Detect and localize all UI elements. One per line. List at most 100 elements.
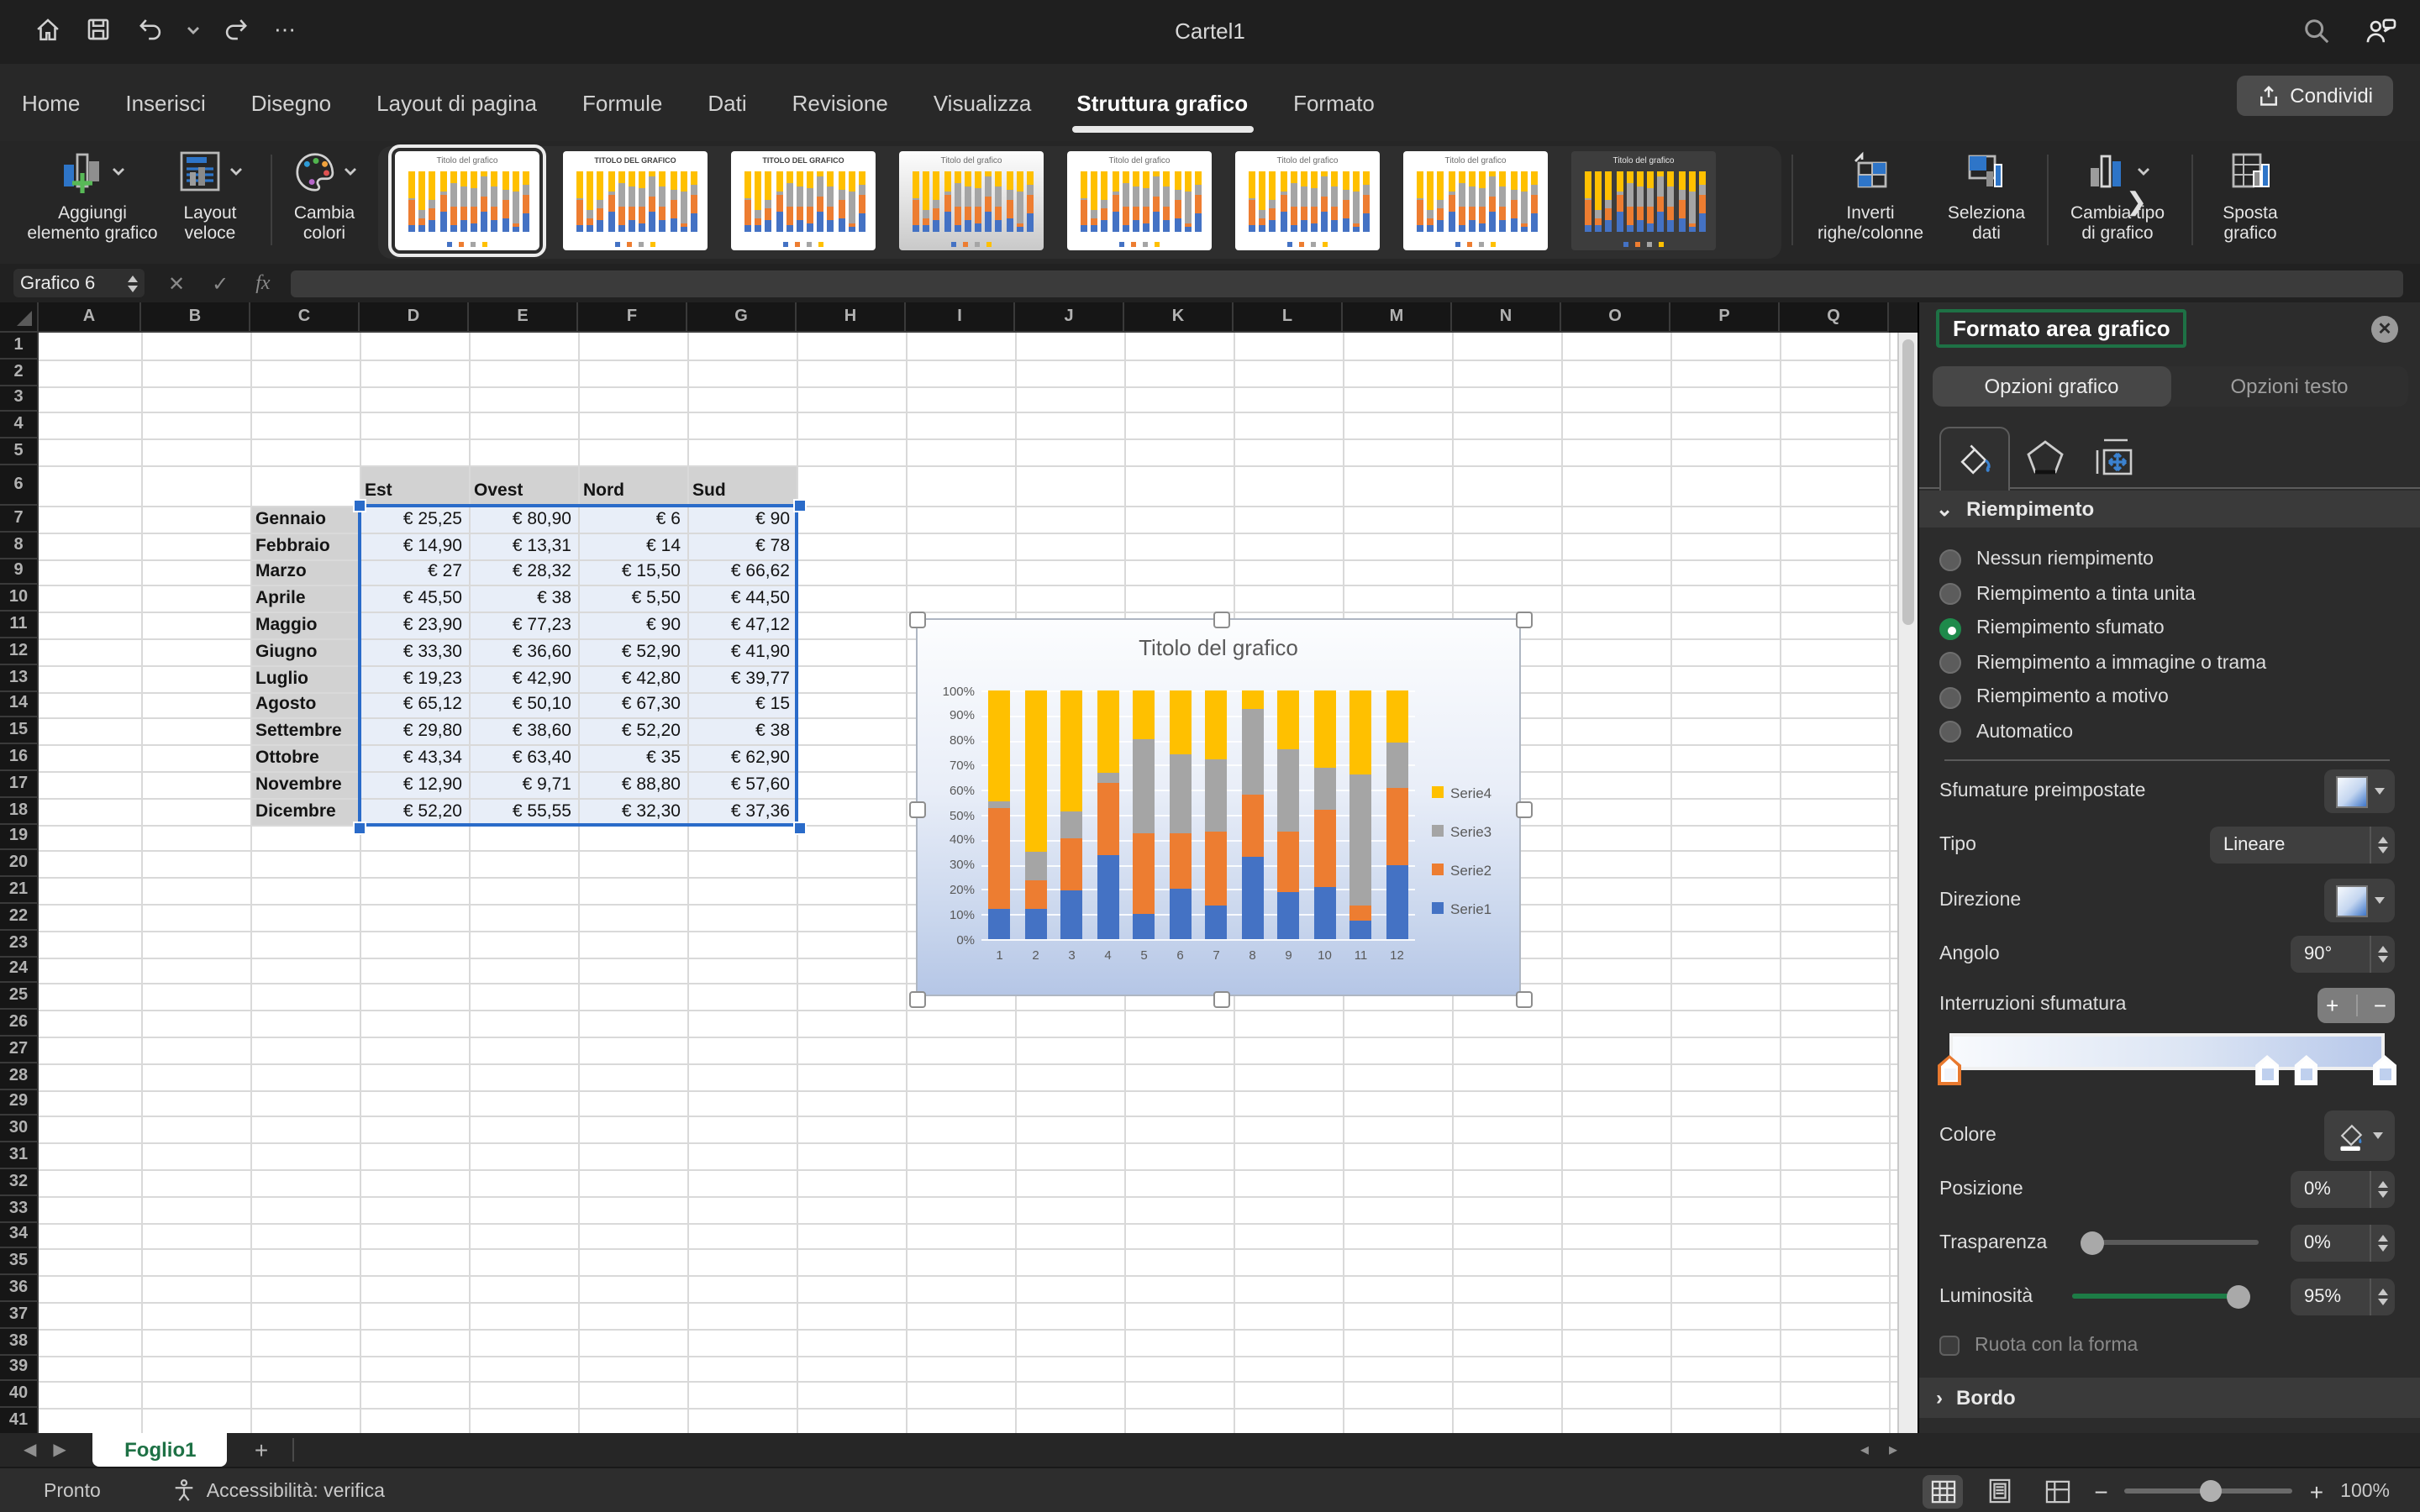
column-header-A[interactable]: A [39, 302, 141, 333]
chart-legend[interactable]: Serie4Serie3Serie2Serie1 [1432, 773, 1491, 927]
search-icon[interactable] [2302, 17, 2331, 45]
brightness-slider-knob[interactable] [2227, 1284, 2250, 1308]
stop-position-stepper[interactable]: 0% [2291, 1170, 2395, 1207]
page-layout-view-button[interactable] [1980, 1474, 2020, 1508]
column-header-D[interactable]: D [360, 302, 469, 333]
chart-object[interactable]: Titolo del grafico 100%90%80%70%60%50%40… [916, 618, 1521, 996]
chart-selection-handle[interactable] [1516, 991, 1533, 1008]
chart-bar[interactable] [1097, 690, 1119, 939]
row-header-39[interactable]: 39 [0, 1355, 39, 1382]
chart-style-thumbnail-8[interactable]: Titolo del grafico [1571, 151, 1716, 250]
change-colors-button[interactable]: Cambiacolori [276, 144, 373, 245]
row-header-28[interactable]: 28 [0, 1063, 39, 1090]
column-header-K[interactable]: K [1124, 302, 1234, 333]
type-stepper-arrows[interactable] [2370, 827, 2395, 864]
row-header-10[interactable]: 10 [0, 585, 39, 612]
row-header-17[interactable]: 17 [0, 771, 39, 798]
row-header-40[interactable]: 40 [0, 1382, 39, 1409]
month-cell[interactable]: Aprile [255, 585, 356, 612]
fill-option-automatico[interactable]: Automatico [1939, 717, 2073, 747]
row-header-25[interactable]: 25 [0, 984, 39, 1011]
preset-gradients-dropdown[interactable] [2324, 769, 2395, 813]
month-cell[interactable]: Maggio [255, 612, 356, 638]
gradient-direction-dropdown[interactable] [2324, 879, 2395, 922]
row-header-37[interactable]: 37 [0, 1302, 39, 1329]
row-header-20[interactable]: 20 [0, 851, 39, 878]
name-box-stepper[interactable] [128, 275, 138, 291]
selection-handle[interactable] [353, 821, 366, 834]
insert-function-icon[interactable]: fx [255, 270, 270, 296]
add-stop-button[interactable]: + [2326, 992, 2338, 1017]
ribbon-tab-disegno[interactable]: Disegno [250, 83, 333, 122]
legend-item-serie1[interactable]: Serie1 [1432, 889, 1491, 927]
row-header-29[interactable]: 29 [0, 1089, 39, 1116]
row-header-14[interactable]: 14 [0, 691, 39, 718]
selection-handle[interactable] [353, 499, 366, 512]
row-header-34[interactable]: 34 [0, 1222, 39, 1249]
gradient-stop-100pct[interactable] [2373, 1055, 2396, 1085]
gradient-angle-stepper[interactable]: 90° [2291, 935, 2395, 972]
chart-selection-handle[interactable] [1213, 991, 1230, 1008]
tab-text-options[interactable]: Opzioni testo [2170, 366, 2408, 407]
month-cell[interactable]: Marzo [255, 559, 356, 585]
row-header-38[interactable]: 38 [0, 1329, 39, 1356]
border-section-header[interactable]: › Bordo [1919, 1378, 2420, 1418]
chart-style-thumbnail-3[interactable]: TITOLO DEL GRAFICO [731, 151, 876, 250]
month-cell[interactable]: Agosto [255, 691, 356, 718]
accessibility-status[interactable]: Accessibilità: verifica [171, 1478, 385, 1504]
chart-selection-handle[interactable] [1516, 612, 1533, 628]
row-header-16[interactable]: 16 [0, 744, 39, 771]
row-header-7[interactable]: 7 [0, 506, 39, 533]
position-stepper-arrows[interactable] [2370, 1170, 2395, 1207]
row-header-5[interactable]: 5 [0, 438, 39, 465]
chart-bar[interactable] [1278, 690, 1300, 939]
chart-bar[interactable] [1350, 690, 1372, 939]
row-header-30[interactable]: 30 [0, 1116, 39, 1143]
brightness-stepper[interactable]: 95% [2291, 1278, 2395, 1315]
row-header-32[interactable]: 32 [0, 1169, 39, 1196]
normal-view-button[interactable] [1923, 1474, 1963, 1508]
fill-option-riempimento-a-immagine-o-trama[interactable]: Riempimento a immagine o trama [1939, 648, 2266, 678]
formula-input[interactable] [291, 270, 2403, 297]
row-header-26[interactable]: 26 [0, 1010, 39, 1037]
row-header-21[interactable]: 21 [0, 877, 39, 904]
row-header-27[interactable]: 27 [0, 1037, 39, 1063]
sheet-tab-foglio1[interactable]: Foglio1 [93, 1433, 228, 1467]
chart-bar[interactable] [1025, 690, 1047, 939]
add-remove-stop-buttons[interactable]: +− [2317, 987, 2395, 1022]
chart-selection-handle[interactable] [909, 991, 926, 1008]
chart-title[interactable]: Titolo del grafico [918, 635, 1519, 660]
column-header-E[interactable]: E [469, 302, 578, 333]
column-header-H[interactable]: H [797, 302, 906, 333]
month-cell[interactable]: Novembre [255, 771, 356, 798]
radio-unselected[interactable] [1939, 549, 1961, 570]
ribbon-tab-inserisci[interactable]: Inserisci [124, 83, 207, 122]
column-header-L[interactable]: L [1234, 302, 1343, 333]
table-header-cell[interactable]: Est [365, 465, 466, 506]
zoom-in-icon[interactable]: + [2310, 1478, 2323, 1504]
row-header-6[interactable]: 6 [0, 465, 39, 506]
row-header-3[interactable]: 3 [0, 386, 39, 412]
zoom-out-icon[interactable]: − [2094, 1478, 2107, 1504]
column-header-O[interactable]: O [1561, 302, 1670, 333]
brightness-stepper-arrows[interactable] [2370, 1278, 2395, 1315]
fill-option-riempimento-sfumato[interactable]: Riempimento sfumato [1939, 613, 2165, 643]
row-header-11[interactable]: 11 [0, 612, 39, 638]
gradient-stop-82pct[interactable] [2295, 1055, 2318, 1085]
fill-option-nessun-riempimento[interactable]: Nessun riempimento [1939, 544, 2154, 575]
ribbon-tab-dati[interactable]: Dati [706, 83, 748, 122]
chart-style-thumbnail-1[interactable]: Titolo del grafico [395, 151, 539, 250]
sheet-prev-icon[interactable]: ◀ [24, 1441, 36, 1459]
chart-style-thumbnail-2[interactable]: TITOLO DEL GRAFICO [563, 151, 708, 250]
size-properties-tab[interactable] [2094, 437, 2138, 480]
row-header-8[interactable]: 8 [0, 533, 39, 559]
column-header-P[interactable]: P [1670, 302, 1780, 333]
row-header-31[interactable]: 31 [0, 1142, 39, 1169]
row-header-1[interactable]: 1 [0, 333, 39, 360]
table-header-cell[interactable]: Ovest [474, 465, 575, 506]
gradient-type-select[interactable]: Lineare [2210, 827, 2395, 864]
chart-bar[interactable] [1134, 690, 1155, 939]
chart-selection-handle[interactable] [1516, 801, 1533, 818]
chart-bar[interactable] [1386, 690, 1408, 939]
column-header-I[interactable]: I [906, 302, 1015, 333]
